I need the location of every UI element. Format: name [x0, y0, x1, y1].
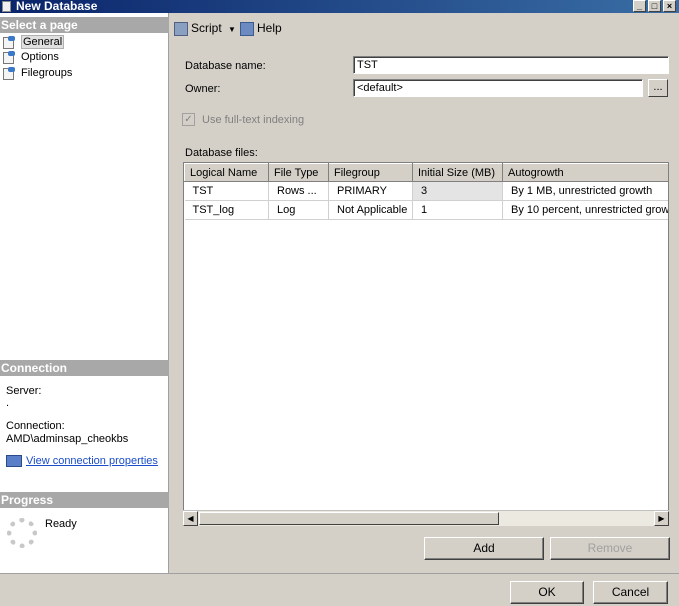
page-item-label: Options	[21, 51, 59, 63]
link-label: View connection properties	[26, 455, 158, 467]
script-label: Script	[191, 21, 222, 35]
cell-logical-name[interactable]: TST_log	[184, 200, 269, 220]
page-icon	[2, 51, 18, 65]
page-item-options[interactable]: Options	[2, 50, 59, 65]
select-page-header: Select a page	[0, 17, 169, 33]
right-pane: Script ▼ Help Database name: TST Owner: …	[170, 13, 679, 573]
page-item-filegroups[interactable]: Filegroups	[2, 66, 73, 81]
close-button[interactable]: ×	[663, 0, 676, 12]
page-item-label: Filegroups	[21, 67, 73, 79]
table-row[interactable]: TST_log Log Not Applicable 1 By 10 perce…	[184, 200, 668, 220]
cell-filegroup[interactable]: PRIMARY	[328, 181, 413, 201]
window-title: New Database	[16, 0, 98, 13]
owner-label: Owner:	[185, 83, 221, 95]
owner-browse-button[interactable]: ...	[648, 79, 668, 97]
database-files-grid: Logical Name File Type Filegroup Initial…	[183, 162, 669, 526]
connection-value: AMD\adminsap_cheokbs	[6, 433, 129, 445]
progress-spinner-icon	[7, 518, 37, 548]
column-header-logical-name[interactable]: Logical Name	[184, 163, 269, 182]
script-icon	[174, 21, 188, 36]
progress-status: Ready	[45, 518, 77, 530]
connection-label: Connection:	[6, 420, 65, 432]
connection-properties-icon	[6, 455, 22, 468]
help-button[interactable]: Help	[240, 20, 282, 36]
server-label: Server:	[6, 385, 42, 397]
add-button[interactable]: Add	[424, 537, 544, 560]
help-icon	[240, 21, 254, 36]
script-button[interactable]: Script ▼	[174, 20, 236, 36]
cell-file-type[interactable]: Log	[268, 200, 329, 220]
database-files-label: Database files:	[185, 147, 258, 159]
server-value: .	[6, 397, 10, 409]
minimize-button[interactable]: _	[633, 0, 646, 12]
owner-input[interactable]: <default>	[353, 79, 643, 97]
cell-initial-size[interactable]: 1	[412, 200, 503, 220]
database-name-label: Database name:	[185, 60, 266, 72]
page-item-label: General	[21, 35, 65, 49]
dropdown-arrow-icon: ▼	[228, 25, 236, 34]
connection-header: Connection	[0, 360, 169, 376]
scroll-left-arrow-icon[interactable]: ◀	[183, 511, 198, 526]
cell-file-type[interactable]: Rows ...	[268, 181, 329, 201]
files-table: Logical Name File Type Filegroup Initial…	[184, 163, 668, 220]
fulltext-label: Use full-text indexing	[202, 114, 305, 126]
toolbar: Script ▼ Help	[170, 13, 679, 41]
page-icon	[2, 67, 18, 81]
view-connection-properties-link[interactable]: View connection properties	[6, 455, 158, 468]
database-icon	[2, 1, 11, 12]
left-pane: Select a page General Options Filegroups…	[0, 13, 169, 573]
scrollbar-thumb[interactable]	[199, 512, 499, 525]
table-header-row: Logical Name File Type Filegroup Initial…	[184, 163, 668, 182]
cell-autogrowth[interactable]: By 10 percent, unrestricted growth	[502, 200, 668, 220]
cell-filegroup[interactable]: Not Applicable	[328, 200, 413, 220]
horizontal-scrollbar[interactable]: ◀ ▶	[183, 510, 669, 526]
fulltext-checkbox[interactable]: ✓	[182, 113, 195, 126]
column-header-autogrowth[interactable]: Autogrowth	[502, 163, 668, 182]
progress-header: Progress	[0, 492, 169, 508]
remove-button[interactable]: Remove	[550, 537, 670, 560]
column-header-file-type[interactable]: File Type	[268, 163, 329, 182]
ok-button[interactable]: OK	[510, 581, 584, 604]
cell-initial-size[interactable]: 3	[412, 181, 503, 201]
column-header-initial-size[interactable]: Initial Size (MB)	[412, 163, 503, 182]
cancel-button[interactable]: Cancel	[593, 581, 668, 604]
help-label: Help	[257, 21, 282, 35]
database-name-input[interactable]: TST	[353, 56, 669, 74]
title-bar: New Database _ □ ×	[0, 0, 679, 13]
page-icon	[2, 36, 18, 50]
table-row[interactable]: TST Rows ... PRIMARY 3 By 1 MB, unrestri…	[184, 181, 668, 201]
scroll-right-arrow-icon[interactable]: ▶	[654, 511, 669, 526]
cell-logical-name[interactable]: TST	[184, 181, 269, 201]
column-header-filegroup[interactable]: Filegroup	[328, 163, 413, 182]
cell-autogrowth[interactable]: By 1 MB, unrestricted growth	[502, 181, 668, 201]
page-item-general[interactable]: General	[2, 35, 65, 50]
maximize-button[interactable]: □	[648, 0, 661, 12]
bottom-bar: OK Cancel	[0, 573, 679, 606]
